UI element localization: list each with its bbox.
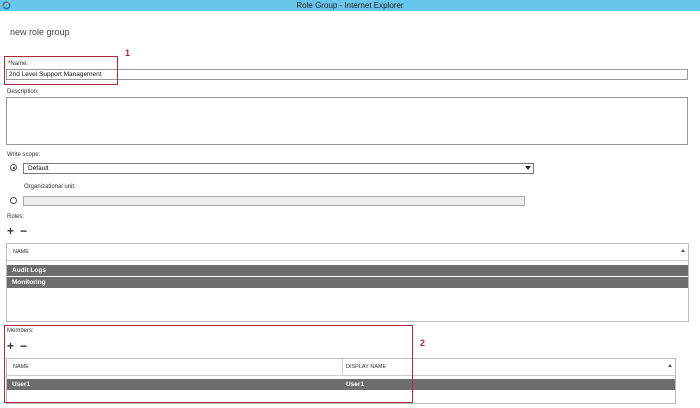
window-title: Role Group - Internet Explorer [296,1,404,10]
write-scope-select[interactable]: Default [23,163,534,174]
description-field[interactable] [6,97,688,145]
org-unit-label: Organizational unit: [24,184,76,190]
window-titlebar: Role Group - Internet Explorer [0,0,700,11]
page-title: new role group [10,27,70,37]
add-role-icon[interactable]: + [7,225,14,237]
callout-number-2: 2 [420,338,426,348]
callout-box-1 [4,56,118,85]
callout-number-1: 1 [125,48,131,58]
role-name: Monitoring [12,279,46,286]
roles-row-monitoring[interactable]: Monitoring [7,277,688,288]
sort-ascending-icon[interactable] [668,364,672,367]
callout-box-2 [4,325,413,403]
write-scope-label: Write scope: [7,152,41,158]
roles-name-column-header[interactable]: NAME [13,249,29,255]
roles-label: Roles: [7,214,25,220]
write-scope-ou-radio[interactable] [10,197,17,204]
sort-ascending-icon[interactable] [681,249,685,252]
org-unit-field [23,196,525,206]
description-label: Description: [7,89,39,95]
write-scope-default-radio[interactable] [10,164,17,171]
chevron-down-icon [525,166,531,170]
remove-role-icon[interactable]: − [20,225,27,237]
role-name: Audit Logs [12,267,46,274]
roles-row-audit-logs[interactable]: Audit Logs [7,265,688,276]
write-scope-select-value: Default [28,165,49,172]
roles-grid: NAME Audit Logs Monitoring [6,243,689,322]
roles-grid-header: NAME [7,244,688,261]
